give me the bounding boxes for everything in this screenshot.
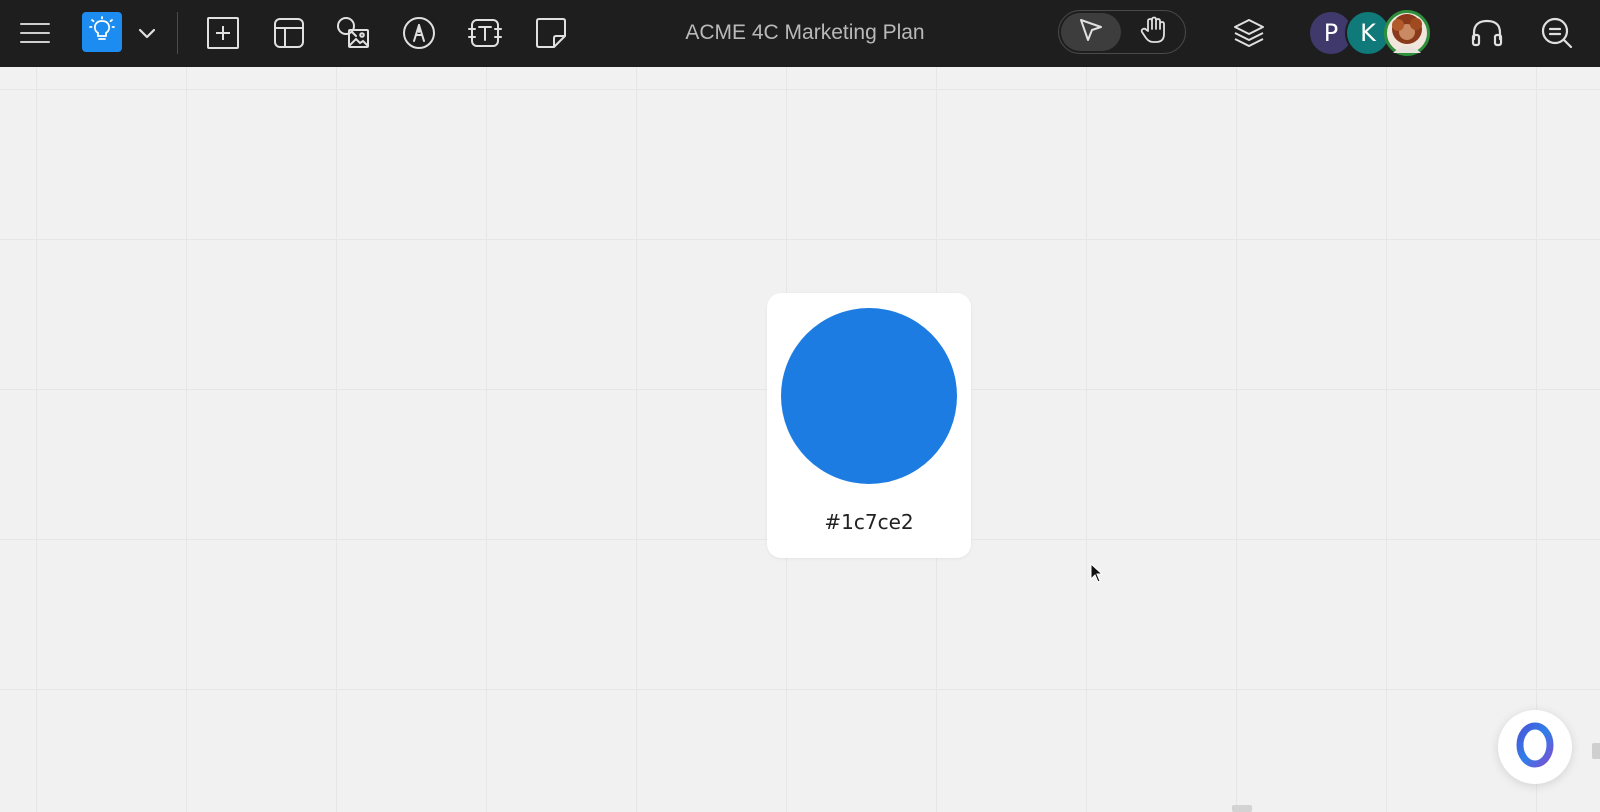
text-box-icon[interactable]: [464, 12, 506, 54]
image-search-icon[interactable]: [332, 12, 374, 54]
color-swatch-circle: [781, 308, 957, 484]
lightbulb-icon: [89, 15, 115, 49]
avatar-initial: P: [1323, 19, 1339, 47]
pan-mode-button[interactable]: [1123, 13, 1183, 51]
add-box-icon[interactable]: [202, 12, 244, 54]
color-swatch-label: #1c7ce2: [824, 510, 914, 534]
headphones-icon[interactable]: [1466, 12, 1508, 54]
bottom-scroll-handle[interactable]: [1232, 805, 1252, 812]
chevron-down-icon[interactable]: [126, 12, 168, 54]
pointer-arrow-icon: [1078, 17, 1104, 48]
mouse-pointer-icon: [1090, 562, 1104, 588]
select-mode-button[interactable]: [1061, 13, 1121, 51]
layers-icon[interactable]: [1228, 12, 1270, 54]
avatar-photo: [1392, 14, 1422, 53]
color-swatch-card[interactable]: #1c7ce2: [767, 293, 971, 558]
mode-toggle: [1058, 10, 1186, 54]
right-scroll-handle[interactable]: [1592, 743, 1600, 759]
pen-tool-icon[interactable]: [398, 12, 440, 54]
toolbar-divider: [177, 12, 178, 54]
avatar-initial: K: [1360, 19, 1376, 47]
idea-button[interactable]: [82, 12, 122, 52]
assistant-button[interactable]: [1498, 710, 1572, 784]
zoom-out-icon[interactable]: [1536, 12, 1578, 54]
hand-icon: [1140, 16, 1166, 49]
ai-assistant-ring-icon: [1512, 722, 1558, 773]
board-title: ACME 4C Marketing Plan: [685, 21, 925, 44]
top-toolbar: ACME 4C Marketing Plan P K: [0, 0, 1600, 67]
collaborator-avatar-photo[interactable]: [1384, 10, 1430, 56]
layout-template-icon[interactable]: [268, 12, 310, 54]
hamburger-menu-icon[interactable]: [14, 12, 56, 54]
